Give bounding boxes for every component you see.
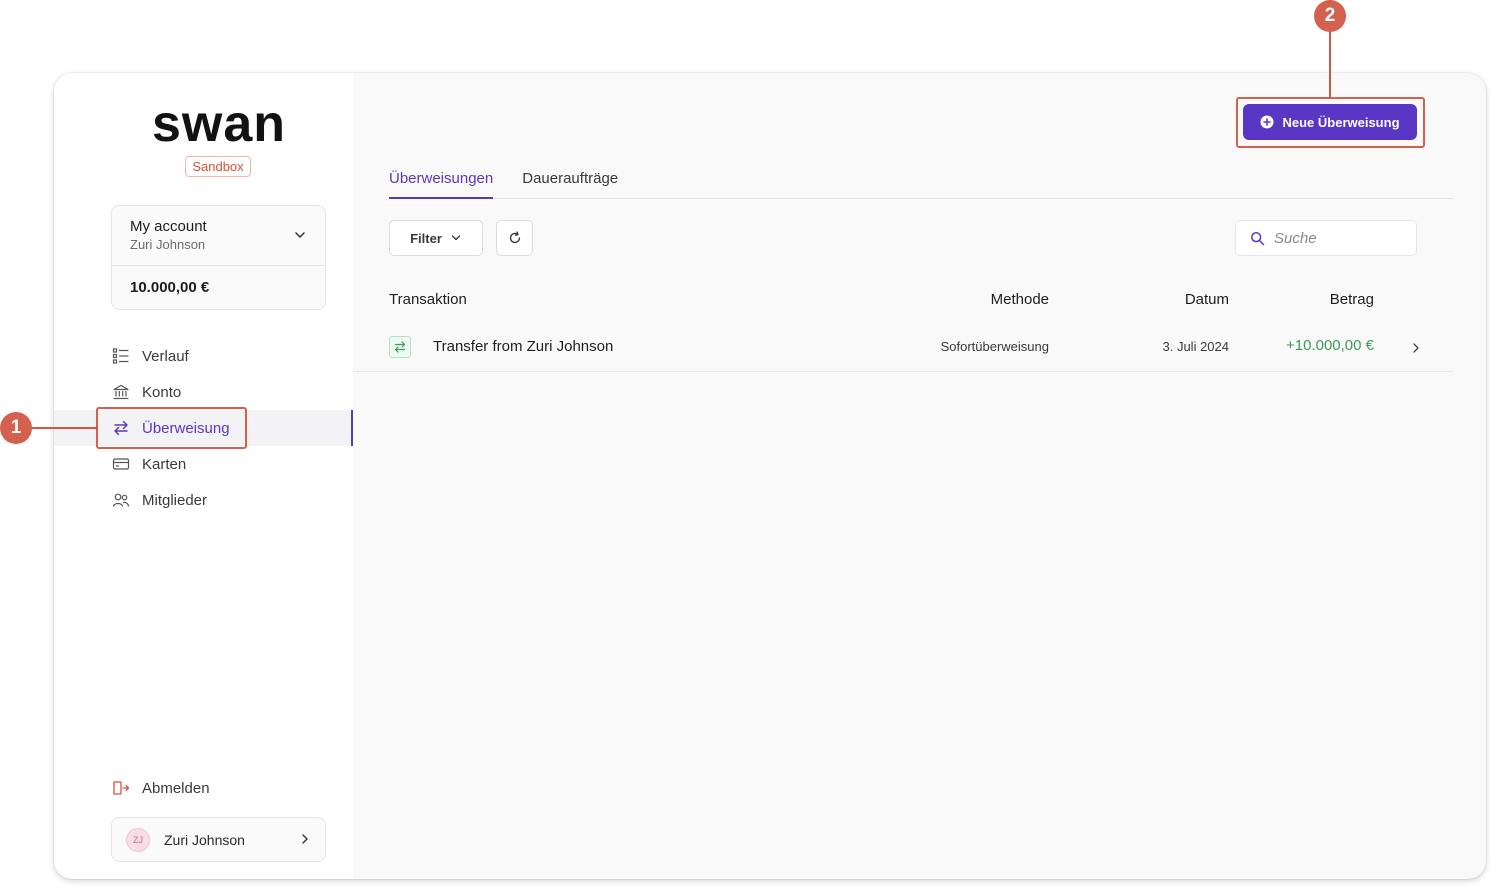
callout-connector-2 xyxy=(1329,30,1331,98)
sidebar-item-label: Überweisung xyxy=(142,419,230,437)
sidebar-item-ueberweisung[interactable]: Überweisung xyxy=(54,410,353,446)
sidebar-item-label: Karten xyxy=(142,455,187,473)
sidebar-item-label: Verlauf xyxy=(142,347,189,365)
app-window: swan Sandbox My account Zuri Johnson 10.… xyxy=(54,73,1486,879)
refresh-icon xyxy=(509,231,520,244)
account-switcher[interactable]: My account Zuri Johnson 10.000,00 € xyxy=(111,205,326,310)
column-header-methode: Methode xyxy=(990,291,1049,308)
transaction-method: Sofortüberweisung xyxy=(940,339,1049,354)
chevron-down-icon xyxy=(451,235,461,241)
search-input[interactable] xyxy=(1274,229,1404,247)
transfer-arrows-icon xyxy=(114,420,128,436)
swan-logo: swan xyxy=(152,101,286,151)
chevron-right-icon xyxy=(1413,343,1419,353)
sidebar-item-label: Konto xyxy=(142,383,182,401)
tab-bar: Überweisungen Daueraufträge xyxy=(389,170,1453,199)
sidebar-item-konto[interactable]: Konto xyxy=(54,374,353,410)
callout-badge-1: 1 xyxy=(0,412,32,444)
sidebar-item-label: Mitglieder xyxy=(142,491,208,509)
plus-circle-icon xyxy=(1260,115,1274,129)
sidebar-item-verlauf[interactable]: Verlauf xyxy=(54,338,353,374)
filter-button[interactable]: Filter xyxy=(389,220,483,256)
main-content: Neue Überweisung Überweisungen Dauerauft… xyxy=(353,73,1486,879)
logout-button[interactable]: Abmelden xyxy=(112,776,210,800)
logout-label: Abmelden xyxy=(142,779,210,797)
history-list-icon xyxy=(112,348,129,364)
avatar: ZJ xyxy=(126,827,150,852)
chevron-right-icon xyxy=(302,834,308,844)
tab-dauerauftraege[interactable]: Daueraufträge xyxy=(522,170,618,198)
column-header-transaktion: Transaktion xyxy=(389,291,467,308)
table-row[interactable]: Transfer from Zuri Johnson Sofortüberwei… xyxy=(353,328,1453,372)
new-transfer-label: Neue Überweisung xyxy=(1282,114,1400,130)
user-profile-button[interactable]: ZJ Zuri Johnson xyxy=(111,817,326,862)
user-name: Zuri Johnson xyxy=(164,831,245,848)
account-balance: 10.000,00 € xyxy=(130,279,210,296)
transfer-arrows-icon xyxy=(389,336,411,358)
chevron-down-icon[interactable] xyxy=(293,228,307,242)
new-transfer-button[interactable]: Neue Überweisung xyxy=(1243,104,1417,140)
table-header: Transaktion Methode Datum Betrag xyxy=(389,291,1453,313)
column-header-betrag: Betrag xyxy=(1329,291,1374,308)
members-icon xyxy=(112,493,130,507)
search-icon xyxy=(1251,231,1265,245)
sidebar: swan Sandbox My account Zuri Johnson 10.… xyxy=(54,73,353,879)
sidebar-item-mitglieder[interactable]: Mitglieder xyxy=(54,482,353,518)
sidebar-nav: Verlauf Konto Überweisung Karten Mitglie… xyxy=(54,338,353,518)
filter-label: Filter xyxy=(410,230,442,246)
card-icon xyxy=(112,458,130,470)
account-holder: Zuri Johnson xyxy=(130,237,206,252)
sidebar-item-karten[interactable]: Karten xyxy=(54,446,353,482)
callout-badge-2: 2 xyxy=(1314,0,1346,32)
transaction-label: Transfer from Zuri Johnson xyxy=(433,338,614,355)
transaction-date: 3. Juli 2024 xyxy=(1162,339,1230,354)
column-header-datum: Datum xyxy=(1184,291,1229,308)
swan-logo-text: swan xyxy=(152,101,286,151)
account-name: My account xyxy=(130,218,207,235)
refresh-button[interactable] xyxy=(496,220,533,256)
logout-icon xyxy=(113,781,130,795)
account-header[interactable]: My account Zuri Johnson xyxy=(112,206,325,266)
transaction-amount: +10.000,00 € xyxy=(1285,337,1374,354)
sandbox-badge: Sandbox xyxy=(185,156,251,177)
tab-ueberweisungen[interactable]: Überweisungen xyxy=(389,170,494,199)
callout-connector-1 xyxy=(32,427,98,429)
bank-icon xyxy=(113,384,129,400)
search-field[interactable] xyxy=(1235,220,1417,256)
